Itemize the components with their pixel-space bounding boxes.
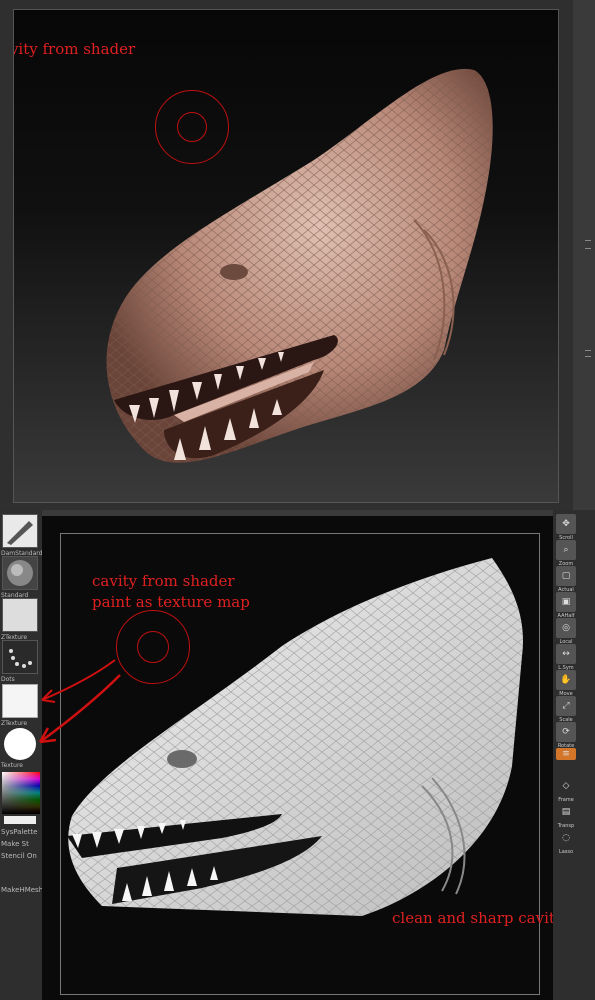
aahalf-button[interactable]: ▣ — [556, 592, 576, 612]
brush-cursor-inner — [177, 112, 207, 142]
actual-button[interactable]: ▢ — [556, 566, 576, 586]
transp-button[interactable]: ▤ — [556, 802, 576, 822]
top-annotation: avity from shader — [13, 40, 136, 58]
rotate-button[interactable]: ⟳ — [556, 722, 576, 742]
tray-label-dots: Dots — [1, 676, 15, 683]
color-picker[interactable] — [2, 772, 40, 814]
stencil-on-button[interactable]: Stencil On — [1, 852, 37, 860]
stroke-dots-thumb[interactable] — [2, 640, 38, 674]
syspalette-button[interactable]: SysPalette — [1, 828, 37, 836]
bottom-canvas[interactable]: cavity from shader paint as texture map … — [42, 516, 563, 1000]
brush-damstandard-thumb[interactable] — [2, 514, 38, 548]
lasso-button[interactable]: ◌ — [556, 828, 576, 848]
top-right-scrollbar[interactable] — [573, 0, 595, 510]
right-tray: ✥ Scroll ⌕ Zoom ▢ Actual ▣ AAHalf ◎ Loca… — [553, 510, 595, 1000]
scroll-button[interactable]: ✥ — [556, 514, 576, 534]
top-viewport-panel: avity from shader — [0, 0, 595, 510]
tray-label-texture: Texture — [1, 762, 23, 769]
xyz-toggle-button[interactable]: ≡ — [556, 748, 576, 760]
lsym-button[interactable]: ↔ — [556, 644, 576, 664]
local-button[interactable]: ◎ — [556, 618, 576, 638]
move-button[interactable]: ✋ — [556, 670, 576, 690]
frame-button[interactable]: ◇ — [556, 776, 576, 796]
make-hmesh-button[interactable]: MakeHMesh — [1, 886, 43, 894]
make-st-button[interactable]: Make St — [1, 840, 29, 848]
top-canvas[interactable]: avity from shader — [13, 9, 559, 503]
bottom-annotation-line1: cavity from shader — [92, 572, 235, 590]
top-creature-render — [106, 68, 493, 463]
lasso-label: Lasso — [558, 849, 574, 855]
texture-thumb[interactable] — [2, 726, 38, 760]
scale-button[interactable]: ⤢ — [556, 696, 576, 716]
zoom-button[interactable]: ⌕ — [556, 540, 576, 560]
alpha-thumb[interactable] — [2, 684, 38, 718]
bottom-annotation-line2: paint as texture map — [92, 593, 250, 611]
brush-cursor-inner-bottom — [137, 631, 169, 663]
secondary-color-swatch[interactable] — [4, 816, 36, 824]
left-tray: DamStandard Standard ZTexture Dots ZText… — [0, 510, 43, 1000]
ztexture-thumb[interactable] — [2, 598, 38, 632]
bottom-viewport-panel: DamStandard Standard ZTexture Dots ZText… — [0, 510, 595, 1000]
brush-standard-thumb[interactable] — [2, 556, 38, 590]
result-annotation: clean and sharp cavity — [392, 909, 564, 927]
